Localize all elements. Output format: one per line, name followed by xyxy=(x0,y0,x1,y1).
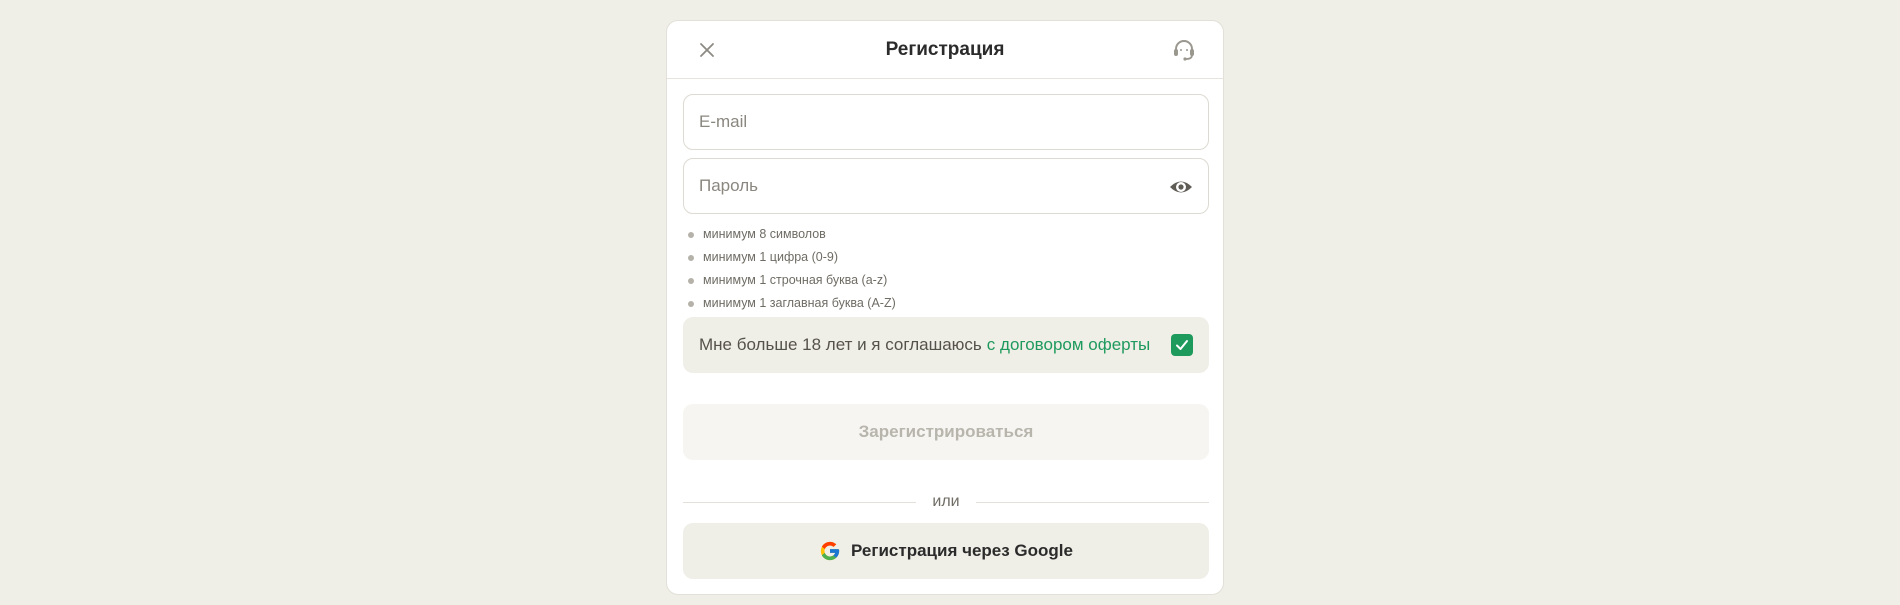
agreement-checkbox[interactable] xyxy=(1171,334,1193,356)
email-input[interactable] xyxy=(684,95,1208,149)
password-rules: минимум 8 символов минимум 1 цифра (0-9)… xyxy=(688,223,896,315)
divider-line xyxy=(975,501,1209,503)
password-input[interactable] xyxy=(684,159,1208,213)
divider-text: или xyxy=(932,493,960,510)
bullet-icon xyxy=(688,254,694,261)
eye-icon[interactable] xyxy=(1168,175,1194,199)
rule-item: минимум 8 символов xyxy=(688,223,896,246)
google-icon xyxy=(820,541,840,561)
rule-item: минимум 1 заглавная буква (A-Z) xyxy=(688,292,896,315)
offer-link[interactable]: с договором оферты xyxy=(987,335,1150,355)
email-field-wrapper xyxy=(683,94,1209,150)
dialog-header: Регистрация xyxy=(667,21,1223,79)
google-register-button[interactable]: Регистрация через Google xyxy=(683,523,1209,579)
register-button[interactable]: Зарегистрироваться xyxy=(683,404,1209,460)
divider-line xyxy=(683,501,917,503)
rule-item: минимум 1 цифра (0-9) xyxy=(688,246,896,269)
google-button-label: Регистрация через Google xyxy=(851,541,1073,560)
headset-icon[interactable] xyxy=(1171,37,1197,63)
bullet-icon xyxy=(688,231,694,238)
agreement-text: Мне больше 18 лет и я соглашаюсь xyxy=(699,335,982,354)
agreement-row: Мне больше 18 лет и я соглашаюсь с догов… xyxy=(683,317,1209,373)
close-icon[interactable] xyxy=(697,40,717,60)
checkmark-icon xyxy=(1176,340,1188,350)
rule-item: минимум 1 строчная буква (a-z) xyxy=(688,269,896,292)
bullet-icon xyxy=(688,277,694,284)
registration-dialog: Регистрация минимум 8 симво xyxy=(666,20,1224,595)
password-field-wrapper xyxy=(683,158,1209,214)
or-divider: или xyxy=(683,492,1209,512)
dialog-title: Регистрация xyxy=(885,38,1005,60)
bullet-icon xyxy=(688,300,694,307)
